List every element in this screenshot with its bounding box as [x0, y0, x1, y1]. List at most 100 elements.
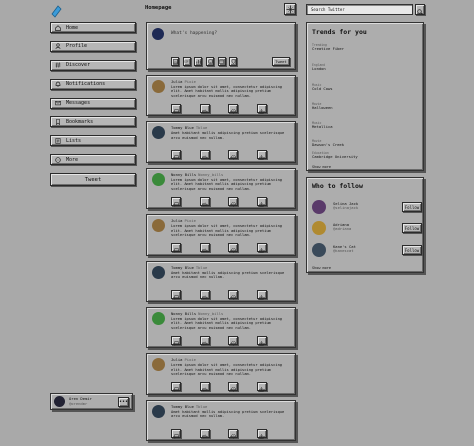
tweet-retweet-button[interactable] [199, 335, 210, 346]
tweet-like-button[interactable] [228, 150, 239, 161]
avatar[interactable] [152, 219, 165, 233]
tweet-share-button[interactable] [256, 428, 267, 439]
follow-button[interactable]: Follow [402, 245, 422, 255]
compose-submit-button[interactable]: Tweet [272, 57, 290, 66]
tweet-reply-button[interactable] [171, 335, 181, 346]
nav-item-profile[interactable]: Profile [50, 40, 136, 52]
tweet-card[interactable]: Tommy Blue Tblue Amet habitant mollis adi… [146, 260, 296, 302]
tweet-retweet-button[interactable] [199, 104, 210, 114]
tweet-author-name[interactable]: Julia [171, 357, 182, 362]
tweet-author-name[interactable]: Tommy Blue [171, 125, 194, 130]
nav-item-home[interactable]: Home [50, 22, 136, 33]
search-button[interactable] [415, 4, 425, 15]
follow-suggestion[interactable]: Kane's Cat @kanescat Follow [312, 242, 422, 260]
search-input[interactable]: Search Twitter [306, 4, 413, 15]
tweet-retweet-button[interactable] [199, 382, 210, 392]
retweet-icon [202, 331, 207, 350]
tweet-retweet-button[interactable] [199, 428, 210, 439]
follow-suggestion[interactable]: Adriana @adriana Follow [312, 220, 422, 238]
tweet-like-button[interactable] [228, 243, 239, 253]
tweet-like-button[interactable] [228, 382, 239, 393]
tweet-card[interactable]: Julia Pixie Lorem ipsum dolor sit amet, c… [146, 75, 296, 117]
tweet-card[interactable]: Julia Pixie Lorem ipsum dolor sit amet, c… [146, 214, 296, 256]
tweet-share-button[interactable] [256, 382, 267, 393]
tweet-reply-button[interactable] [171, 289, 181, 300]
tweet-card[interactable]: Tommy Blue Tblue Amet habitant mollis adi… [146, 399, 296, 442]
tweet-reply-button[interactable] [171, 104, 181, 115]
current-user-handle: @orendmr [69, 400, 88, 406]
tweet-like-button[interactable] [228, 428, 239, 439]
tweet-author-name[interactable]: Julia [171, 79, 182, 84]
trends-show-more-link[interactable]: Show more [312, 165, 331, 169]
nav-item-notifications[interactable]: Notifications [50, 78, 136, 90]
tweet-retweet-button[interactable] [199, 243, 210, 253]
tweet-author-name[interactable]: Tommy Blue [171, 404, 194, 409]
follow-show-more-link[interactable]: Show more [312, 266, 331, 270]
tweet-like-button[interactable] [228, 335, 239, 346]
tweet-author-name[interactable]: Nonny Bills [171, 311, 196, 316]
trend-item[interactable]: Music Cold Cows [312, 83, 333, 92]
tweet-share-button[interactable] [256, 335, 267, 346]
tweet-reply-button[interactable] [171, 243, 181, 254]
tweet-share-button[interactable] [256, 104, 267, 114]
tweet-reply-button[interactable] [171, 196, 181, 207]
tweet-retweet-button[interactable] [199, 150, 210, 160]
location-icon[interactable] [229, 57, 238, 66]
tweet-retweet-button[interactable] [199, 196, 210, 207]
nav-item-more[interactable]: More [50, 154, 136, 166]
image-icon[interactable] [171, 57, 179, 66]
tweet-author-name[interactable]: Nonny Bills [171, 172, 196, 177]
account-switcher[interactable]: Oren Demir @orendmr ••• [50, 393, 133, 410]
tweet-share-button[interactable] [256, 243, 267, 253]
trend-item[interactable]: Music Metallica [312, 121, 333, 130]
avatar[interactable] [152, 311, 165, 325]
tweet-author-name[interactable]: Julia [171, 218, 182, 223]
follow-button[interactable]: Follow [402, 202, 422, 212]
tweeter-logo-icon[interactable] [50, 3, 63, 18]
tweet-retweet-button[interactable] [199, 289, 210, 300]
tweet-card[interactable]: Julia Pixie Lorem ipsum dolor sit amet, c… [146, 353, 296, 395]
follow-suggestion[interactable]: Selina Jack @selinajack Follow [312, 199, 422, 217]
gif-icon[interactable]: GIF [182, 57, 191, 66]
trend-item[interactable]: Movie Dawson's Creek [312, 139, 344, 148]
avatar[interactable] [152, 172, 165, 186]
trend-item[interactable]: England London [312, 63, 326, 72]
nav-item-bookmarks[interactable]: Bookmarks [50, 116, 136, 128]
retweet-icon [202, 377, 207, 396]
user-icon [55, 43, 61, 50]
tweet-card[interactable]: Tommy Blue Tblue Amet habitant mollis adi… [146, 121, 296, 163]
follow-button[interactable]: Follow [402, 223, 422, 233]
tweet-reply-button[interactable] [171, 428, 181, 439]
tweet-like-button[interactable] [228, 289, 239, 300]
tweet-button[interactable]: Tweet [50, 173, 136, 186]
tweet-like-button[interactable] [228, 196, 239, 207]
schedule-icon[interactable] [217, 57, 226, 66]
avatar[interactable] [152, 404, 165, 418]
avatar[interactable] [152, 80, 165, 93]
avatar[interactable] [152, 265, 165, 279]
tweet-share-button[interactable] [256, 196, 267, 207]
sparkle-icon[interactable] [284, 3, 296, 15]
tweet-card[interactable]: Nonny Bills Nonny_bills Lorem ipsum dolor… [146, 306, 296, 349]
avatar[interactable] [152, 358, 165, 372]
tweet-author-name[interactable]: Tommy Blue [171, 265, 194, 270]
tweet-share-button[interactable] [256, 289, 267, 300]
who-to-follow-panel: Who to follow Selina Jack @selinajack Fol… [306, 177, 424, 273]
tweet-reply-button[interactable] [171, 382, 181, 393]
nav-item-messages[interactable]: Messages [50, 97, 136, 109]
tweet-card[interactable]: Nonny Bills Nonny_bills Lorem ipsum dolor… [146, 167, 296, 210]
trend-label: Cold Cows [312, 86, 333, 92]
emoji-icon[interactable] [206, 57, 215, 66]
tweet-like-button[interactable] [228, 104, 239, 114]
trend-item[interactable]: Education Cambridge University [312, 151, 358, 160]
trend-item[interactable]: Trending Creative Fiber [312, 43, 344, 52]
avatar[interactable] [152, 126, 165, 140]
tweet-share-button[interactable] [256, 150, 267, 161]
poll-icon[interactable] [194, 57, 203, 66]
tweet-reply-button[interactable] [171, 150, 181, 161]
nav-item-discover[interactable]: Discover [50, 59, 136, 71]
trend-item[interactable]: Movie Halloween [312, 102, 333, 111]
account-more-button[interactable]: ••• [118, 397, 129, 407]
nav-item-lists[interactable]: Lists [50, 135, 136, 147]
compose-input[interactable]: What's happening? [171, 31, 217, 36]
